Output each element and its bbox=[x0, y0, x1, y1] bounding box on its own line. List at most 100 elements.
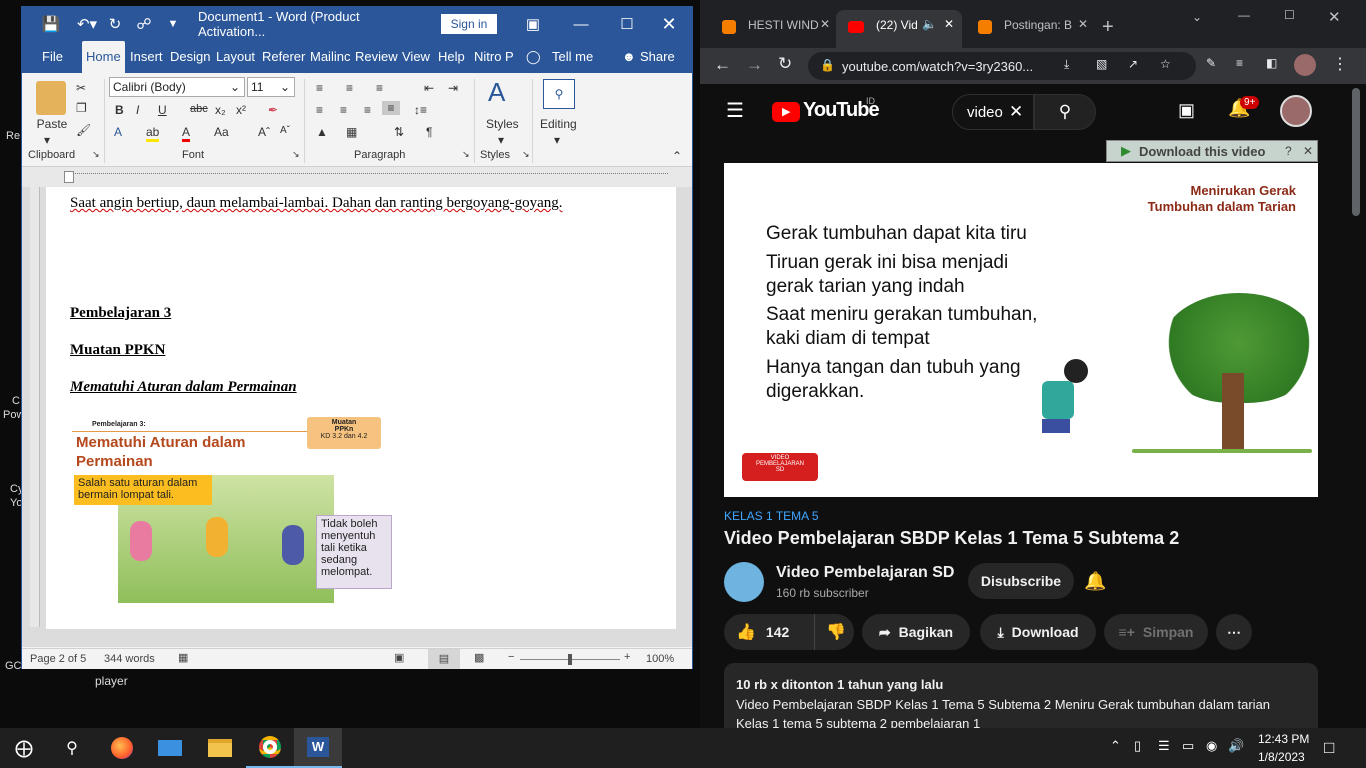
tab-references[interactable]: Referer bbox=[260, 41, 307, 73]
ribbon-display-icon[interactable]: ▣ bbox=[516, 7, 550, 41]
italic-icon[interactable]: I bbox=[136, 103, 139, 117]
styles-button[interactable]: Styles bbox=[486, 117, 519, 131]
reload-icon[interactable]: ↻ bbox=[778, 54, 792, 74]
scrollbar[interactable] bbox=[1352, 88, 1360, 216]
zoom-in-icon[interactable]: + bbox=[624, 651, 630, 663]
search-icon[interactable]: ⚲ bbox=[1034, 94, 1096, 130]
minimize-icon[interactable]: — bbox=[1238, 8, 1250, 22]
volume-icon[interactable]: 🔊 bbox=[1228, 738, 1244, 754]
increase-indent-icon[interactable]: ⇥ bbox=[448, 81, 458, 95]
desktop-icon-label[interactable]: Re bbox=[6, 130, 20, 142]
cut-icon[interactable]: ✂ bbox=[76, 81, 86, 95]
share-button[interactable]: Share bbox=[638, 41, 677, 73]
web-layout-icon[interactable]: ▩ bbox=[474, 651, 484, 664]
tab-layout[interactable]: Layout bbox=[214, 41, 257, 73]
read-mode-icon[interactable]: ▣ bbox=[394, 651, 404, 664]
chevron-down-icon[interactable]: ▾ bbox=[44, 133, 50, 147]
undo-icon[interactable]: ↶▾ bbox=[70, 7, 104, 41]
dialog-launcher-icon[interactable]: ↘ bbox=[522, 149, 530, 160]
indent-marker[interactable] bbox=[64, 171, 74, 183]
numbering-icon[interactable]: ≡ bbox=[346, 81, 353, 95]
maximize-icon[interactable]: ☐ bbox=[604, 7, 650, 41]
tab-search-icon[interactable]: ⌄ bbox=[1192, 10, 1202, 24]
print-preview-icon[interactable]: ☍ bbox=[130, 7, 158, 41]
address-bar[interactable]: 🔒 youtube.com/watch?v=3ry2360... ⤓ ▧ ↗ ☆ bbox=[808, 52, 1196, 80]
mail-icon[interactable] bbox=[146, 728, 194, 768]
extensions-icon[interactable]: ✎ bbox=[1206, 56, 1216, 70]
maximize-icon[interactable]: ☐ bbox=[1284, 8, 1295, 22]
strikethrough-icon[interactable]: abc bbox=[190, 103, 208, 115]
clock-time[interactable]: 12:43 PM bbox=[1258, 732, 1309, 746]
close-icon[interactable]: ✕ bbox=[1303, 144, 1313, 158]
tab-help[interactable]: Help bbox=[436, 41, 467, 73]
copy-icon[interactable]: ❐ bbox=[76, 101, 87, 115]
notification-center-icon[interactable]: □ bbox=[1324, 738, 1334, 758]
reading-list-icon[interactable]: ≡ bbox=[1236, 56, 1243, 70]
share-icon[interactable]: ☻ bbox=[620, 41, 638, 73]
translate-icon[interactable]: ▧ bbox=[1096, 57, 1107, 71]
sign-in-button[interactable]: Sign in bbox=[441, 14, 497, 34]
customize-qat-icon[interactable]: ▼ bbox=[160, 7, 186, 41]
chevron-down-icon[interactable]: ▾ bbox=[554, 133, 560, 147]
video-player[interactable]: Menirukan Gerak Tumbuhan dalam Tarian Ge… bbox=[724, 163, 1318, 497]
minimize-icon[interactable]: — bbox=[558, 7, 604, 41]
channel-avatar[interactable] bbox=[724, 562, 764, 602]
usb-icon[interactable]: ▯ bbox=[1134, 738, 1141, 754]
lock-icon[interactable]: 🔒 bbox=[820, 58, 835, 72]
subscribe-button[interactable]: Disubscribe bbox=[968, 563, 1074, 599]
forward-icon[interactable]: → bbox=[746, 55, 763, 75]
notification-bell-icon[interactable]: 🔔 bbox=[1084, 571, 1106, 592]
chrome-icon[interactable] bbox=[246, 728, 294, 768]
tab-review[interactable]: Review bbox=[353, 41, 400, 73]
paste-icon[interactable] bbox=[36, 81, 66, 115]
format-painter-icon[interactable]: 🖌 bbox=[76, 123, 91, 137]
browser-tab[interactable]: Postingan: B ✕ bbox=[964, 10, 1094, 48]
page-count[interactable]: Page 2 of 5 bbox=[30, 653, 86, 665]
battery-icon[interactable]: ▭ bbox=[1182, 738, 1194, 754]
align-right-icon[interactable]: ≡ bbox=[364, 103, 371, 117]
create-video-icon[interactable]: ▣ bbox=[1178, 100, 1195, 121]
borders-icon[interactable]: ▦ bbox=[346, 125, 357, 139]
search-input[interactable]: video ✕ bbox=[952, 94, 1034, 130]
install-icon[interactable]: ⤓ bbox=[1064, 57, 1069, 72]
tab-file[interactable]: File bbox=[40, 41, 65, 73]
desktop-icon-label[interactable]: C bbox=[12, 395, 20, 407]
more-actions-icon[interactable]: ⋯ bbox=[1216, 614, 1252, 650]
tab-view[interactable]: View bbox=[400, 41, 432, 73]
file-explorer-icon[interactable] bbox=[196, 728, 244, 768]
tab-home[interactable]: Home bbox=[82, 41, 125, 73]
underline-icon[interactable]: U bbox=[158, 103, 167, 117]
share-button[interactable]: ➦ Bagikan bbox=[862, 614, 970, 650]
font-color-icon[interactable]: A bbox=[182, 125, 191, 142]
hamburger-menu-icon[interactable]: ☰ bbox=[726, 98, 744, 123]
shrink-font-icon[interactable]: Aˇ bbox=[280, 125, 290, 136]
kebab-menu-icon[interactable]: ⋮ bbox=[1332, 54, 1348, 74]
paste-button[interactable]: Paste bbox=[34, 117, 70, 131]
like-button[interactable]: 👍 142 👎 bbox=[724, 614, 854, 650]
search-icon[interactable]: ⚲ bbox=[48, 728, 96, 768]
description-box[interactable]: 10 rb x ditonton 1 tahun yang lalu Video… bbox=[724, 663, 1318, 731]
print-layout-icon[interactable]: ▤ bbox=[428, 649, 460, 669]
browser-tab[interactable]: HESTI WIND ✕ bbox=[708, 10, 834, 48]
close-icon[interactable]: ✕ bbox=[820, 17, 830, 31]
subscript-icon[interactable]: x₂ bbox=[215, 103, 226, 117]
clock-date[interactable]: 1/8/2023 bbox=[1258, 750, 1305, 764]
decrease-indent-icon[interactable]: ⇤ bbox=[424, 81, 434, 95]
ruler[interactable] bbox=[22, 167, 692, 187]
bold-icon[interactable]: B bbox=[115, 103, 124, 117]
back-icon[interactable]: ← bbox=[714, 55, 731, 75]
close-icon[interactable]: ✕ bbox=[646, 7, 692, 41]
align-center-icon[interactable]: ≡ bbox=[340, 103, 347, 117]
collapse-ribbon-icon[interactable]: ⌃ bbox=[672, 149, 682, 163]
tab-mailings[interactable]: Mailinc bbox=[308, 41, 352, 73]
proofing-icon[interactable]: ▦ bbox=[178, 651, 188, 664]
side-panel-icon[interactable]: ◧ bbox=[1266, 56, 1277, 70]
start-windows-icon[interactable]: ⨁ bbox=[0, 728, 48, 768]
bullets-icon[interactable]: ≡ bbox=[316, 81, 323, 95]
dialog-launcher-icon[interactable]: ↘ bbox=[292, 149, 300, 160]
camera-icon[interactable]: ◉ bbox=[1206, 738, 1217, 754]
justify-icon[interactable]: ≡ bbox=[382, 101, 400, 115]
bookmark-star-icon[interactable]: ☆ bbox=[1160, 57, 1171, 71]
multilevel-list-icon[interactable]: ≡ bbox=[376, 81, 383, 95]
grow-font-icon[interactable]: Aˆ bbox=[258, 125, 270, 139]
